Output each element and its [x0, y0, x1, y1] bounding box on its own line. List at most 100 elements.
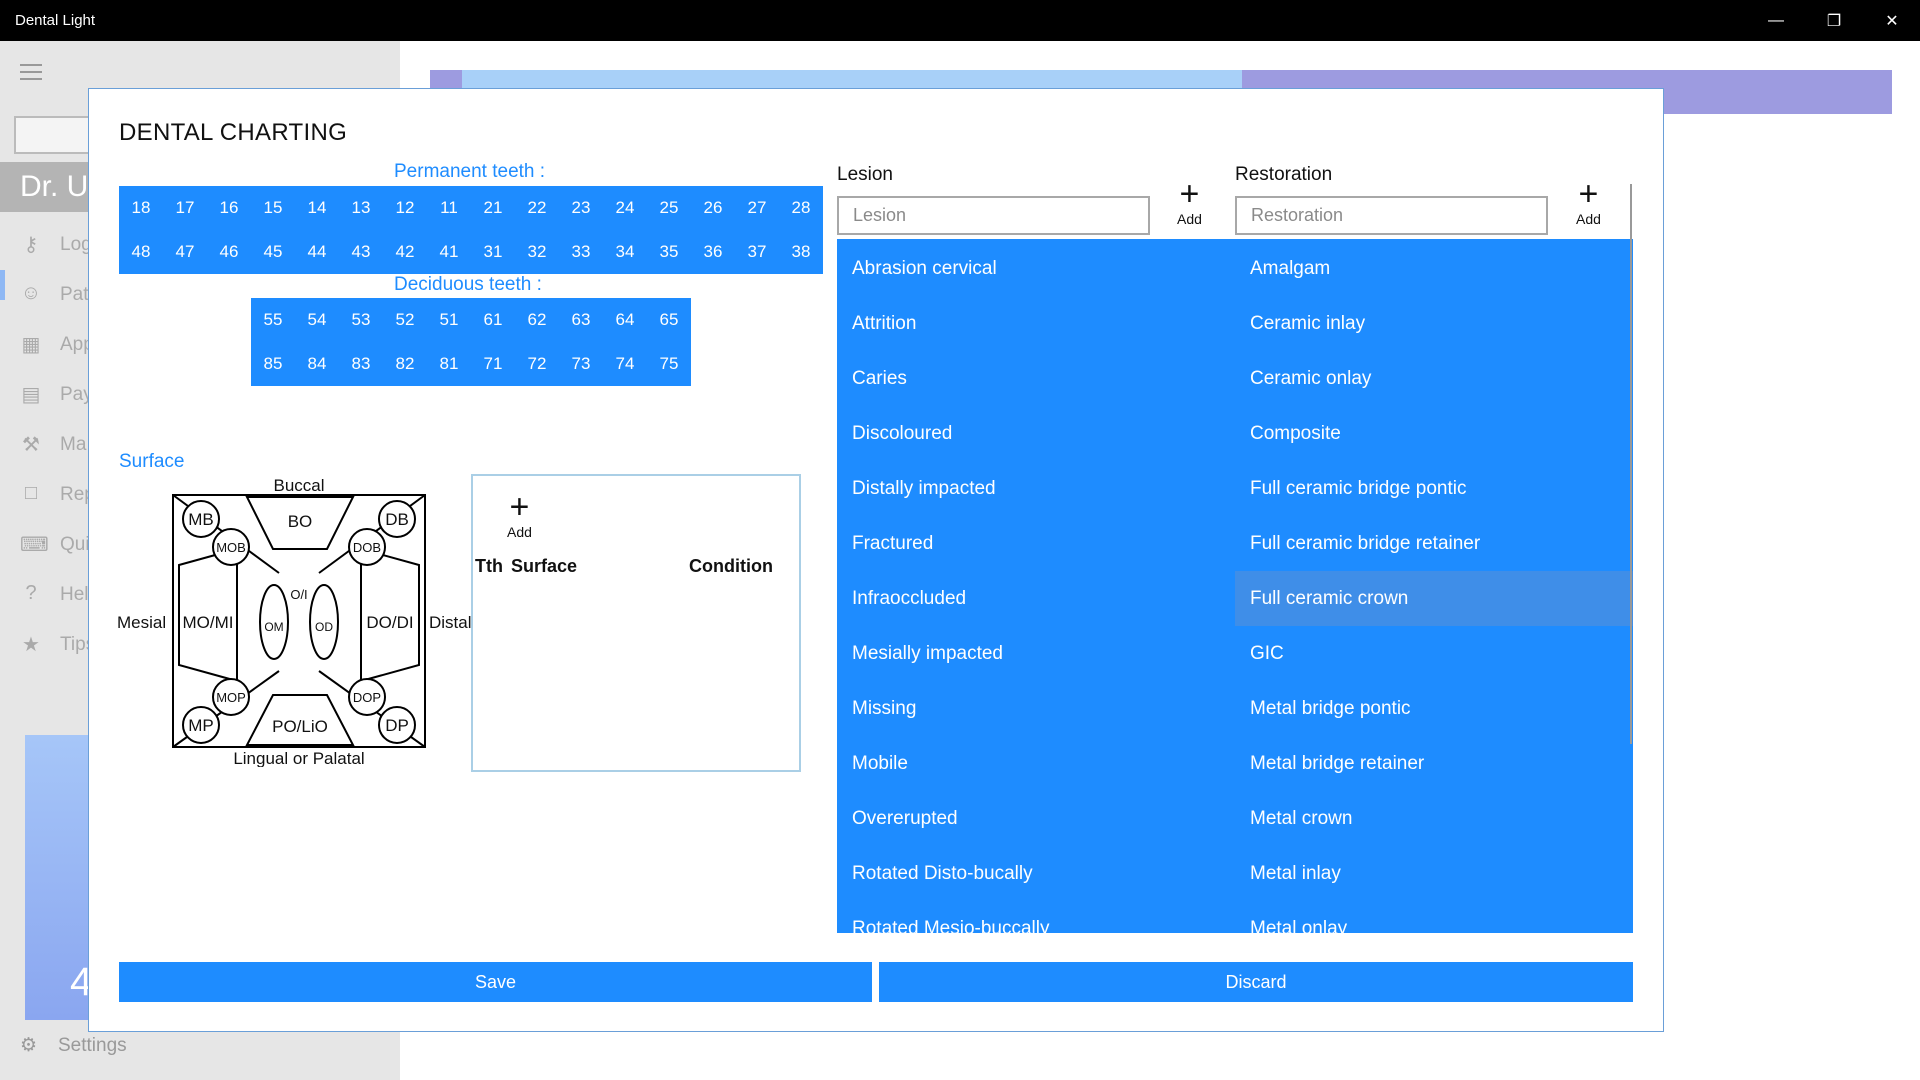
lesion-list-item[interactable]: Mesially impacted [837, 626, 1235, 681]
deciduous-tooth-button[interactable]: 73 [559, 342, 603, 386]
permanent-tooth-button[interactable]: 33 [559, 230, 603, 274]
background-nav-item: ▦ App [0, 320, 100, 370]
lesion-list-item[interactable]: Rotated Mesio-buccally [837, 901, 1235, 934]
restoration-list-item[interactable]: Full ceramic crown [1235, 571, 1633, 626]
permanent-tooth-button[interactable]: 46 [207, 230, 251, 274]
restoration-list-item[interactable]: Metal bridge retainer [1235, 736, 1633, 791]
permanent-tooth-button[interactable]: 24 [603, 186, 647, 230]
deciduous-tooth-button[interactable]: 71 [471, 342, 515, 386]
restoration-list-item[interactable]: Metal inlay [1235, 846, 1633, 901]
deciduous-tooth-button[interactable]: 51 [427, 298, 471, 342]
permanent-tooth-button[interactable]: 11 [427, 186, 471, 230]
lesion-list-item[interactable]: Missing [837, 681, 1235, 736]
deciduous-tooth-button[interactable]: 54 [295, 298, 339, 342]
restoration-list-item[interactable]: Composite [1235, 406, 1633, 461]
restoration-input[interactable] [1235, 196, 1548, 235]
lesion-list-item[interactable]: Distally impacted [837, 461, 1235, 516]
lesion-list-item[interactable]: Attrition [837, 296, 1235, 351]
deciduous-tooth-button[interactable]: 64 [603, 298, 647, 342]
permanent-tooth-button[interactable]: 14 [295, 186, 339, 230]
deciduous-tooth-button[interactable]: 81 [427, 342, 471, 386]
permanent-tooth-button[interactable]: 32 [515, 230, 559, 274]
lesion-list-item[interactable]: Rotated Disto-bucally [837, 846, 1235, 901]
deciduous-tooth-button[interactable]: 74 [603, 342, 647, 386]
close-button[interactable]: ✕ [1863, 0, 1920, 41]
deciduous-tooth-button[interactable]: 85 [251, 342, 295, 386]
lesion-input[interactable] [837, 196, 1150, 235]
restoration-list-item[interactable]: Ceramic inlay [1235, 296, 1633, 351]
permanent-tooth-button[interactable]: 48 [119, 230, 163, 274]
deciduous-tooth-button[interactable]: 65 [647, 298, 691, 342]
restoration-list: Amalgam Ceramic inlay Ceramic onlay Composi… [1235, 239, 1633, 933]
deciduous-tooth-button[interactable]: 82 [383, 342, 427, 386]
lesion-list-item[interactable]: Overerupted [837, 791, 1235, 846]
permanent-tooth-button[interactable]: 42 [383, 230, 427, 274]
discard-button[interactable]: Discard [879, 962, 1633, 1002]
add-lesion-button[interactable]: + Add [1177, 177, 1202, 227]
restoration-list-item[interactable]: Ceramic onlay [1235, 351, 1633, 406]
deciduous-tooth-button[interactable]: 83 [339, 342, 383, 386]
deciduous-tooth-button[interactable]: 75 [647, 342, 691, 386]
deciduous-tooth-button[interactable]: 72 [515, 342, 559, 386]
add-surface-button[interactable]: + Add [507, 490, 532, 540]
deciduous-tooth-button[interactable]: 53 [339, 298, 383, 342]
save-button[interactable]: Save [119, 962, 872, 1002]
restoration-list-item[interactable]: Amalgam [1235, 241, 1633, 296]
permanent-tooth-button[interactable]: 34 [603, 230, 647, 274]
lesion-list-item[interactable]: Infraoccluded [837, 571, 1235, 626]
lesion-list-item[interactable]: Mobile [837, 736, 1235, 791]
permanent-tooth-button[interactable]: 43 [339, 230, 383, 274]
permanent-tooth-button[interactable]: 27 [735, 186, 779, 230]
permanent-tooth-button[interactable]: 31 [471, 230, 515, 274]
deciduous-tooth-button[interactable]: 63 [559, 298, 603, 342]
deciduous-tooth-button[interactable]: 61 [471, 298, 515, 342]
lesion-list-item[interactable]: Caries [837, 351, 1235, 406]
permanent-tooth-button[interactable]: 47 [163, 230, 207, 274]
minimize-button[interactable]: — [1747, 0, 1805, 41]
deciduous-tooth-button[interactable]: 84 [295, 342, 339, 386]
key-icon: ⚷ [23, 234, 39, 256]
wrench-icon: ⚒ [22, 434, 40, 456]
background-nav-item: ⚷ Log [0, 220, 100, 270]
deciduous-tooth-button[interactable]: 62 [515, 298, 559, 342]
lesion-list-item[interactable]: Fractured [837, 516, 1235, 571]
permanent-tooth-button[interactable]: 26 [691, 186, 735, 230]
permanent-tooth-button[interactable]: 44 [295, 230, 339, 274]
permanent-tooth-button[interactable]: 28 [779, 186, 823, 230]
minimize-icon: — [1768, 11, 1784, 29]
permanent-tooth-button[interactable]: 15 [251, 186, 295, 230]
permanent-tooth-button[interactable]: 22 [515, 186, 559, 230]
permanent-tooth-button[interactable]: 12 [383, 186, 427, 230]
restoration-list-item[interactable]: Full ceramic bridge pontic [1235, 461, 1633, 516]
permanent-tooth-button[interactable]: 37 [735, 230, 779, 274]
permanent-tooth-button[interactable]: 17 [163, 186, 207, 230]
background-nav-label: Ma [60, 434, 87, 455]
add-restoration-button[interactable]: + Add [1576, 177, 1601, 227]
permanent-tooth-button[interactable]: 18 [119, 186, 163, 230]
permanent-tooth-button[interactable]: 36 [691, 230, 735, 274]
lesion-list-item[interactable]: Discoloured [837, 406, 1235, 461]
deciduous-tooth-button[interactable]: 55 [251, 298, 295, 342]
om-label: OM [264, 620, 283, 634]
restoration-list-item[interactable]: Metal bridge pontic [1235, 681, 1633, 736]
lesion-list-item[interactable]: Abrasion cervical [837, 241, 1235, 296]
restoration-list-item[interactable]: Metal onlay [1235, 901, 1633, 934]
permanent-tooth-button[interactable]: 21 [471, 186, 515, 230]
condition-column-header: Condition [689, 556, 773, 576]
permanent-tooth-button[interactable]: 38 [779, 230, 823, 274]
permanent-tooth-button[interactable]: 45 [251, 230, 295, 274]
permanent-tooth-button[interactable]: 41 [427, 230, 471, 274]
permanent-tooth-button[interactable]: 25 [647, 186, 691, 230]
deciduous-tooth-button[interactable]: 52 [383, 298, 427, 342]
maximize-button[interactable]: ❐ [1805, 0, 1863, 41]
permanent-tooth-button[interactable]: 16 [207, 186, 251, 230]
permanent-tooth-button[interactable]: 35 [647, 230, 691, 274]
restoration-list-item[interactable]: GIC [1235, 626, 1633, 681]
lingual-label: Lingual or Palatal [233, 749, 364, 767]
restoration-list-item[interactable]: Metal crown [1235, 791, 1633, 846]
permanent-tooth-button[interactable]: 13 [339, 186, 383, 230]
permanent-tooth-button[interactable]: 23 [559, 186, 603, 230]
restoration-list-item[interactable]: Full ceramic bridge retainer [1235, 516, 1633, 571]
list-scrollbar[interactable] [1630, 184, 1632, 744]
deciduous-teeth-grid: 55 54 53 52 51 61 62 63 64 65 85 84 83 82 81 71 72 73 74 75 [251, 298, 691, 386]
